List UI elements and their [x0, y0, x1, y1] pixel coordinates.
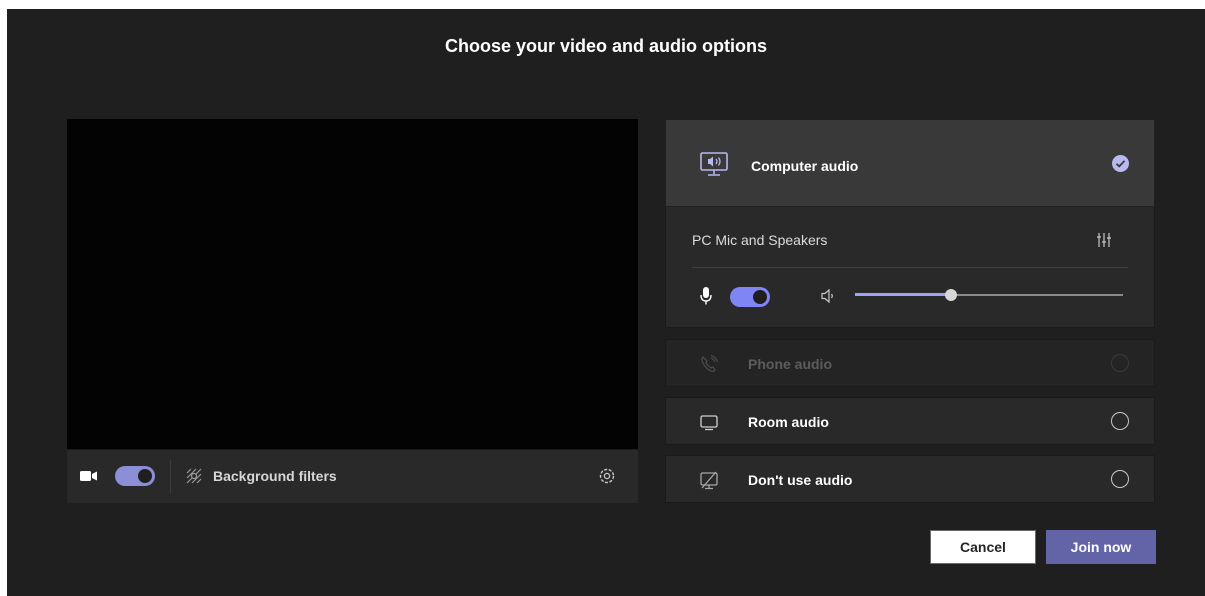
- dialog-title: Choose your video and audio options: [444, 36, 767, 56]
- no-audio-option[interactable]: Don't use audio: [665, 455, 1155, 503]
- computer-audio-label: Computer audio: [751, 158, 859, 174]
- computer-audio-option[interactable]: Computer audio: [665, 119, 1155, 207]
- background-filters-button[interactable]: Background filters: [213, 468, 337, 484]
- cancel-button[interactable]: Cancel: [930, 530, 1036, 564]
- phone-audio-label: Phone audio: [748, 356, 832, 372]
- microphone-toggle[interactable]: [730, 287, 770, 307]
- no-audio-radio[interactable]: [1111, 470, 1129, 488]
- no-audio-label: Don't use audio: [748, 472, 853, 488]
- phone-audio-option: Phone audio: [665, 339, 1155, 387]
- camera-icon: [80, 471, 97, 481]
- room-icon: [700, 415, 718, 431]
- phone-icon: [701, 354, 719, 372]
- audio-device-label: PC Mic and Speakers: [692, 232, 828, 248]
- join-now-button[interactable]: Join now: [1046, 530, 1156, 564]
- checkmark-icon: [1112, 155, 1129, 172]
- divider: [170, 460, 171, 493]
- room-audio-option[interactable]: Room audio: [665, 397, 1155, 445]
- background-filters-icon[interactable]: [186, 468, 202, 484]
- dialog-frame: Choose your video and audio options Back…: [7, 9, 1205, 596]
- video-preview: [67, 119, 638, 449]
- microphone-icon: [700, 287, 712, 305]
- gear-icon[interactable]: [598, 467, 616, 485]
- divider: [692, 267, 1128, 268]
- room-audio-radio[interactable]: [1111, 412, 1129, 430]
- camera-toggle[interactable]: [115, 466, 155, 486]
- room-audio-label: Room audio: [748, 414, 829, 430]
- speaker-volume-slider[interactable]: [855, 289, 1123, 301]
- phone-audio-radio: [1111, 354, 1129, 372]
- device-settings-icon[interactable]: [1096, 233, 1112, 247]
- video-controls-bar: Background filters: [67, 449, 638, 503]
- slider-handle[interactable]: [945, 289, 958, 301]
- speaker-icon: [821, 288, 833, 304]
- computer-speaker-icon: [700, 152, 728, 176]
- computer-audio-settings: PC Mic and Speakers: [665, 207, 1155, 328]
- no-audio-icon: [700, 471, 718, 490]
